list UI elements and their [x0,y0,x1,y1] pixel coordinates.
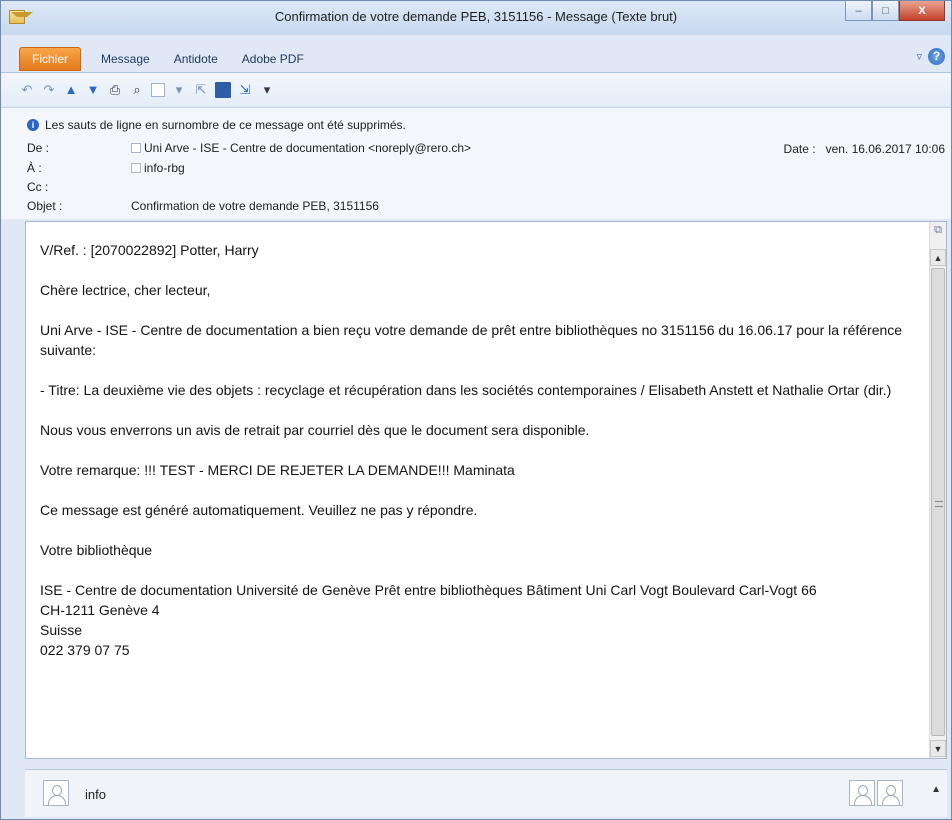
greeting: Chère lectrice, cher lecteur, [40,282,211,298]
print-preview-icon[interactable]: ⌕ [129,82,145,98]
signature-line-2: CH-1211 Genève 4 [40,602,160,618]
tab-message[interactable]: Message [89,47,162,71]
next-item-icon[interactable]: ▼ [85,82,101,98]
paragraph-notice: Nous vous enverrons un avis de retrait p… [40,422,590,438]
date-value: ven. 16.06.2017 10:06 [825,142,945,156]
scroll-thumb[interactable] [931,268,945,736]
message-text: V/Ref. : [2070022892] Potter, Harry Chèr… [40,240,920,660]
info-bar[interactable]: i Les sauts de ligne en surnombre de ce … [27,118,406,132]
paragraph-auto: Ce message est généré automatiquement. V… [40,502,478,518]
message-body[interactable]: V/Ref. : [2070022892] Potter, Harry Chèr… [25,221,947,759]
print-icon[interactable]: ⎙ [107,82,123,98]
signature-line-3: Suisse [40,622,83,638]
ribbon-right: ▿ ? [916,48,945,65]
paragraph-received: Uni Arve - ISE - Centre de documentation… [40,322,903,358]
window-controls: – □ X [845,1,945,21]
paragraph-title: - Titre: La deuxième vie des objets : re… [40,382,892,398]
paragraph-library: Votre bibliothèque [40,542,153,558]
ribbon-expand-icon[interactable]: ▿ [916,50,922,63]
split-view-icon[interactable]: ⧉ [931,224,945,242]
title-bar: Confirmation de votre demande PEB, 31511… [1,1,951,35]
people-pane: info ▲ [25,769,947,817]
scroll-down-button[interactable]: ▼ [930,740,946,757]
previous-item-icon[interactable]: ▲ [63,82,79,98]
minimize-button[interactable]: – [845,1,872,21]
mail-window: Confirmation de votre demande PEB, 31511… [0,0,952,820]
customize-toolbar-icon[interactable]: ▾ [259,82,275,98]
tab-adobe-pdf[interactable]: Adobe PDF [230,47,316,71]
paragraph-remark: Votre remarque: !!! TEST - MERCI DE REJE… [40,462,515,478]
window-title: Confirmation de votre demande PEB, 31511… [274,9,678,24]
help-icon[interactable]: ? [928,48,945,65]
contact-checkbox-icon [131,163,141,173]
contact-checkbox-icon [131,143,141,153]
scroll-grip-icon [935,501,943,507]
message-header: i Les sauts de ligne en surnombre de ce … [1,107,951,219]
info-icon: i [27,119,39,131]
info-text: Les sauts de ligne en surnombre de ce me… [45,118,406,132]
expand-people-pane-icon[interactable]: ▲ [931,784,941,795]
table-icon[interactable] [151,82,165,97]
avatar[interactable] [877,780,903,806]
signature-line-4: 022 379 07 75 [40,642,130,658]
move-icon[interactable]: ⇱ [193,82,209,98]
tab-antidote[interactable]: Antidote [162,47,230,71]
from-label: De : [27,141,50,155]
dropdown-arrow-icon[interactable]: ▾ [171,82,187,98]
date-label: Date : [783,142,816,156]
export-icon[interactable]: ⇲ [237,82,253,98]
date-row: Date : ven. 16.06.2017 10:06 [784,142,945,156]
to-address: info-rbg [144,161,185,175]
close-button[interactable]: X [899,1,945,21]
cc-label: Cc : [27,180,49,194]
avatar[interactable] [43,780,69,806]
undo-icon[interactable]: ↶ [19,82,35,98]
people-name[interactable]: info [85,787,106,802]
quick-access-toolbar: ↶ ↷ ▲ ▼ ⎙ ⌕ ▾ ⇱ ⇲ ▾ [1,72,951,106]
reference-line: V/Ref. : [2070022892] Potter, Harry [40,242,259,258]
save-icon[interactable] [215,81,231,98]
subject-value: Confirmation de votre demande PEB, 31511… [131,199,379,213]
tab-fichier[interactable]: Fichier [19,47,82,71]
to-value[interactable]: info-rbg [131,161,185,175]
from-value[interactable]: Uni Arve - ISE - Centre de documentation… [131,141,471,155]
maximize-button[interactable]: □ [872,1,899,21]
vertical-scrollbar[interactable]: ⧉ ▲ ▼ [929,222,946,758]
to-label: À : [27,161,42,175]
ribbon-tabs: Fichier Message Antidote Adobe PDF [1,45,951,71]
subject-label: Objet : [27,199,63,213]
from-address: Uni Arve - ISE - Centre de documentation… [144,141,472,155]
avatar[interactable] [849,780,875,806]
signature-line-1: ISE - Centre de documentation Université… [40,582,817,598]
redo-icon[interactable]: ↷ [41,82,57,98]
scroll-up-button[interactable]: ▲ [930,249,946,266]
